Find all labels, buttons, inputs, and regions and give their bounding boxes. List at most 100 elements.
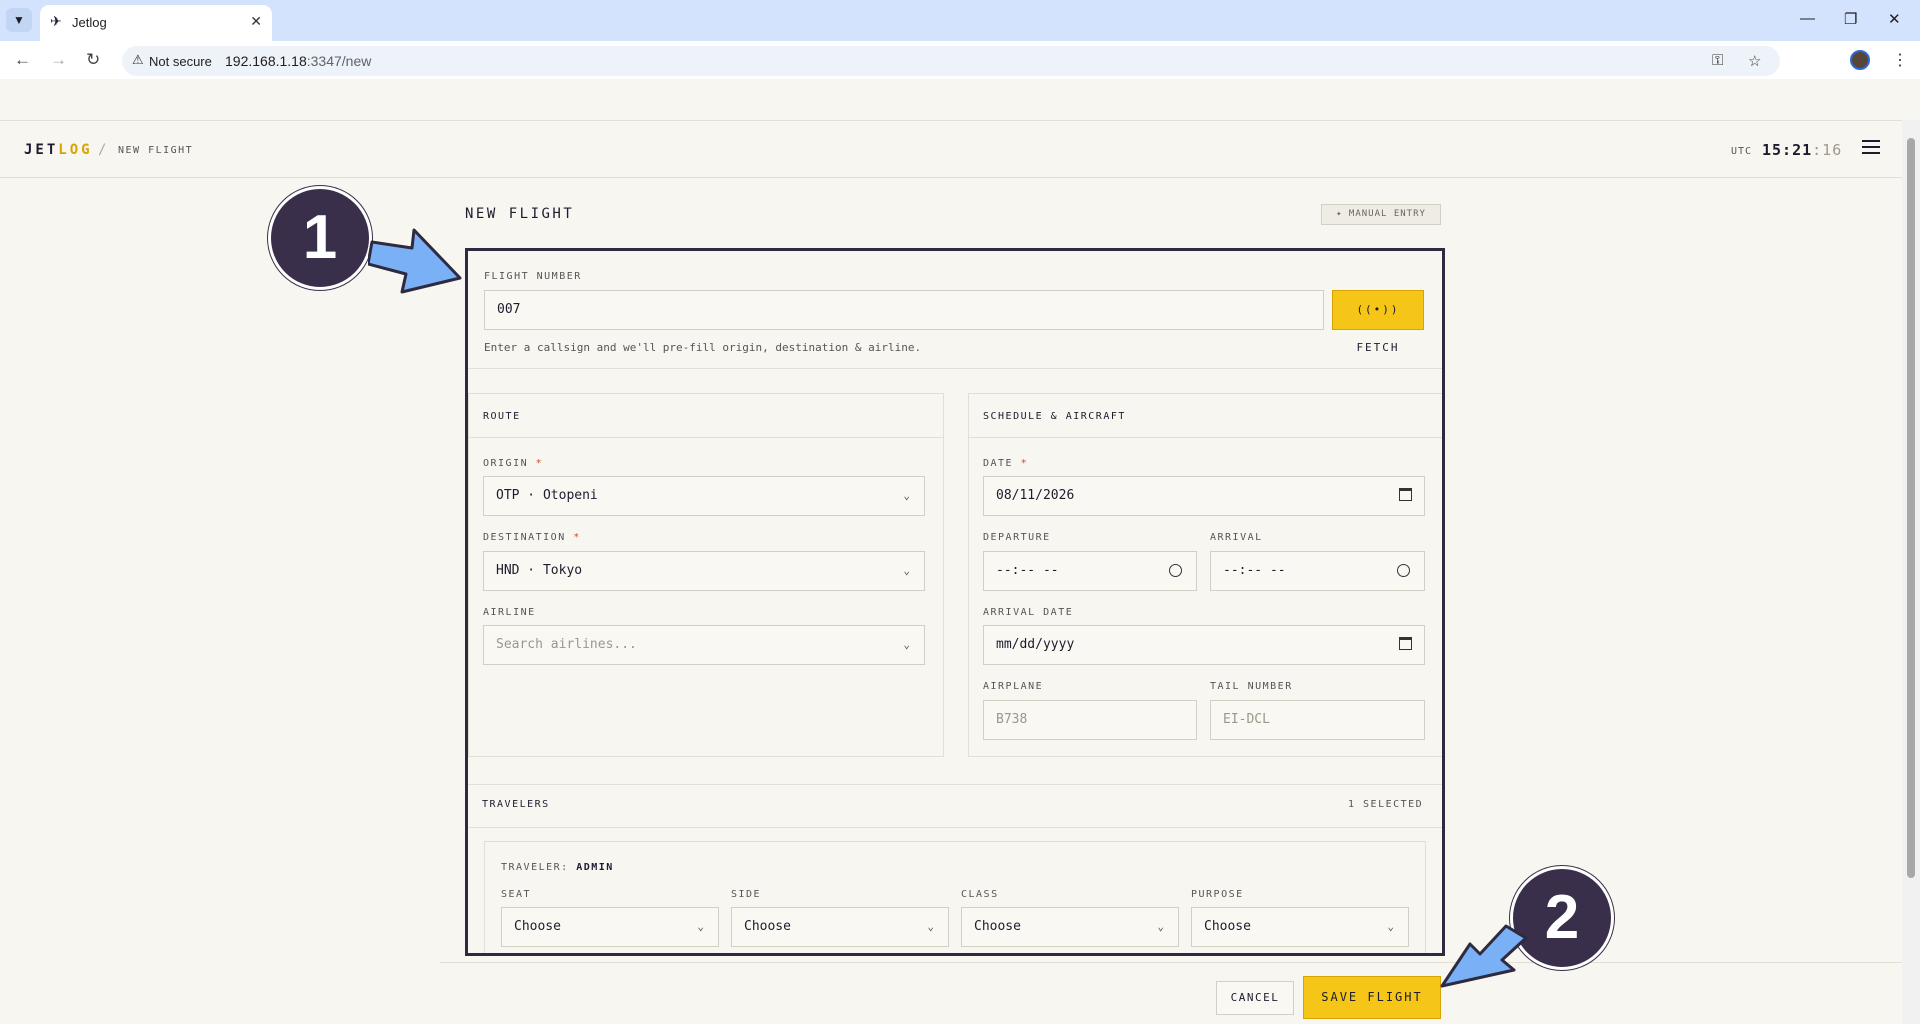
departure-label: DEPARTURE <box>983 532 1051 543</box>
brand-logo[interactable]: JETLOG <box>24 142 93 158</box>
clock-icon[interactable] <box>1397 564 1410 577</box>
scrollbar[interactable] <box>1902 120 1920 1024</box>
airplane-favicon-icon: ✈ <box>50 13 62 29</box>
flight-number-label: FLIGHT NUMBER <box>484 271 582 282</box>
origin-label-text: ORIGIN <box>483 458 529 469</box>
cancel-button[interactable]: CANCEL <box>1216 981 1294 1015</box>
back-icon[interactable]: ← <box>14 50 31 70</box>
traveler-prefix: TRAVELER: <box>501 862 569 873</box>
restore-icon[interactable]: ❐ <box>1844 10 1857 28</box>
flight-number-input[interactable]: 007 <box>484 290 1324 330</box>
calendar-icon[interactable] <box>1399 637 1412 650</box>
tail-number-placeholder: EI-DCL <box>1223 712 1270 727</box>
flight-number-value: 007 <box>497 302 521 317</box>
origin-label: ORIGIN * <box>483 458 543 469</box>
forward-icon[interactable]: → <box>50 50 67 70</box>
seat-label: SEAT <box>501 889 532 900</box>
side-value: Choose <box>744 919 791 934</box>
manual-entry-badge: ✦ MANUAL ENTRY <box>1321 204 1441 225</box>
route-panel-header: ROUTE <box>469 394 943 438</box>
bookmark-star-icon[interactable]: ☆ <box>1748 52 1761 70</box>
destination-select[interactable]: HND · Tokyo ⌄ <box>483 551 925 591</box>
divider <box>468 827 1442 828</box>
tab-title: Jetlog <box>72 15 107 30</box>
destination-value: HND · Tokyo <box>496 563 583 578</box>
purpose-select[interactable]: Choose ⌄ <box>1191 907 1409 947</box>
minimize-icon[interactable]: — <box>1800 10 1815 27</box>
utc-clock: 15:21:16 <box>1762 141 1842 159</box>
form-footer <box>440 962 1902 1024</box>
scrollbar-thumb[interactable] <box>1907 138 1915 878</box>
side-select[interactable]: Choose ⌄ <box>731 907 949 947</box>
reload-icon[interactable]: ↻ <box>86 50 100 70</box>
travelers-title: TRAVELERS <box>482 799 550 810</box>
clock-icon[interactable] <box>1169 564 1182 577</box>
arrival-date-input[interactable]: mm/dd/yyyy <box>983 625 1425 665</box>
brand-jet: JET <box>24 142 59 158</box>
side-label: SIDE <box>731 889 762 900</box>
arrival-label: ARRIVAL <box>1210 532 1263 543</box>
arrival-time-input[interactable]: --:-- -- <box>1210 551 1425 591</box>
browser-menu-icon[interactable]: ⋮ <box>1892 50 1908 70</box>
seat-select[interactable]: Choose ⌄ <box>501 907 719 947</box>
password-key-icon[interactable]: ⚿ <box>1712 52 1723 69</box>
class-select[interactable]: Choose ⌄ <box>961 907 1179 947</box>
tail-number-input[interactable]: EI-DCL <box>1210 700 1425 740</box>
url-host: 192.168.1.18 <box>225 53 307 69</box>
browser-tab-bar: ▼ ✈ Jetlog ✕ — ❐ ✕ <box>0 0 1920 41</box>
origin-value: OTP · Otopeni <box>496 488 598 503</box>
address-bar[interactable]: ⚠ Not secure 192.168.1.18:3347/new ⚿ ☆ <box>122 46 1780 76</box>
origin-select[interactable]: OTP · Otopeni ⌄ <box>483 476 925 516</box>
airline-placeholder: Search airlines... <box>496 637 637 652</box>
date-input[interactable]: 08/11/2026 <box>983 476 1425 516</box>
airplane-placeholder: B738 <box>996 712 1028 727</box>
airplane-input[interactable]: B738 <box>983 700 1197 740</box>
departure-time-input[interactable]: --:-- -- <box>983 551 1197 591</box>
breadcrumb-separator: / <box>98 142 107 158</box>
browser-toolbar: ← → ↻ ⚠ Not secure 192.168.1.18:3347/new… <box>0 41 1920 79</box>
hamburger-menu-icon[interactable] <box>1862 140 1880 156</box>
url-text[interactable]: 192.168.1.18:3347/new <box>225 53 371 69</box>
airline-search[interactable]: Search airlines... ⌄ <box>483 625 925 665</box>
utc-seconds: :16 <box>1812 141 1843 159</box>
travelers-count: 1 SELECTED <box>1348 799 1424 810</box>
date-label: DATE * <box>983 458 1028 469</box>
seat-value: Choose <box>514 919 561 934</box>
window-close-icon[interactable]: ✕ <box>1888 10 1901 28</box>
step-1-badge: 1 <box>268 186 372 290</box>
departure-value: --:-- -- <box>996 563 1059 578</box>
schedule-title: SCHEDULE & AIRCRAFT <box>983 411 1126 422</box>
profile-avatar[interactable] <box>1850 50 1870 70</box>
not-secure-label[interactable]: Not secure <box>149 54 212 69</box>
calendar-icon[interactable] <box>1399 488 1412 501</box>
required-mark: * <box>535 458 544 469</box>
app-header: JETLOG / NEW FLIGHT UTC 15:21:16 <box>0 120 1902 178</box>
divider <box>468 368 1442 369</box>
destination-label: DESTINATION * <box>483 532 581 543</box>
airplane-label: AIRPLANE <box>983 681 1044 692</box>
step-1-arrow-icon <box>368 228 462 294</box>
chevron-down-icon: ⌄ <box>697 920 704 933</box>
route-title: ROUTE <box>483 411 521 422</box>
arrival-value: --:-- -- <box>1223 563 1286 578</box>
save-flight-button[interactable]: SAVE FLIGHT <box>1303 976 1441 1019</box>
chevron-down-icon: ⌄ <box>903 489 910 502</box>
required-mark: * <box>1020 458 1029 469</box>
new-flight-form: FLIGHT NUMBER 007 ((•)) FETCH Enter a ca… <box>465 248 1445 956</box>
class-value: Choose <box>974 919 1021 934</box>
traveler-heading: TRAVELER: ADMIN <box>501 862 614 873</box>
flight-number-hint: Enter a callsign and we'll pre-fill orig… <box>484 341 922 354</box>
airline-label: AIRLINE <box>483 607 536 618</box>
date-value: 08/11/2026 <box>996 488 1075 503</box>
browser-tab[interactable]: ✈ Jetlog ✕ <box>40 5 272 41</box>
chevron-down-icon: ⌄ <box>927 920 934 933</box>
traveler-card: TRAVELER: ADMIN SEAT Choose ⌄ SIDE Choose… <box>484 841 1426 953</box>
tab-search-icon[interactable]: ▼ <box>6 8 32 32</box>
tab-close-icon[interactable]: ✕ <box>250 13 262 30</box>
class-label: CLASS <box>961 889 999 900</box>
traveler-name: ADMIN <box>576 862 614 873</box>
fetch-button[interactable]: ((•)) FETCH <box>1332 290 1424 354</box>
page-title: NEW FLIGHT <box>465 206 575 222</box>
chevron-down-icon: ⌄ <box>1157 920 1164 933</box>
required-mark: * <box>573 532 581 543</box>
